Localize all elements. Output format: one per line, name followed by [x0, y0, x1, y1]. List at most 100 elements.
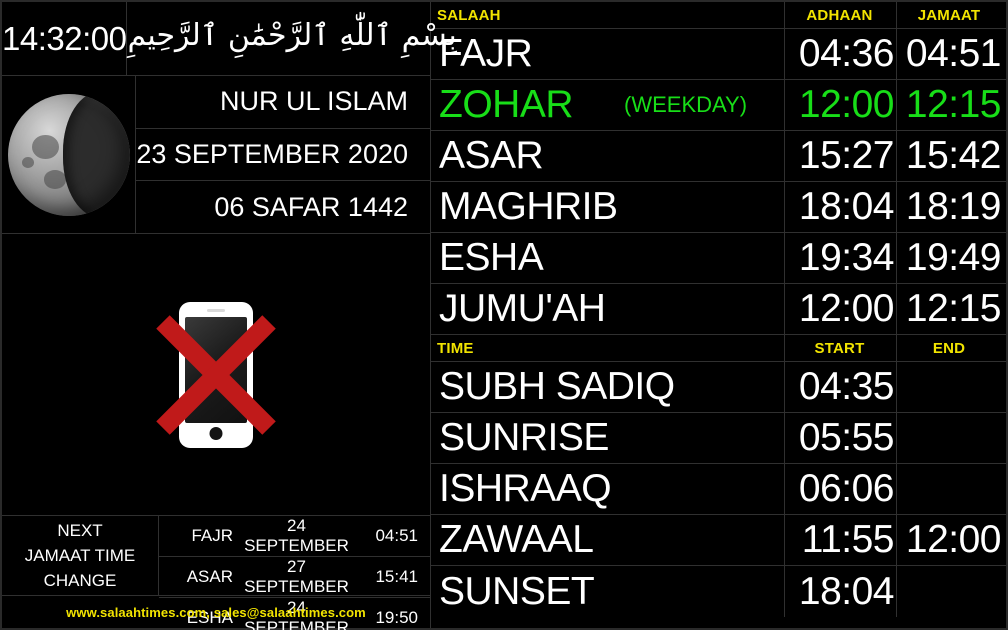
- time-header-name-cell: TIME: [431, 335, 784, 361]
- time-start-value: 18:04: [798, 569, 895, 613]
- next-label-line-1: NEXT: [57, 521, 103, 540]
- phone-speaker: [207, 308, 225, 312]
- moon-cell: [2, 76, 137, 233]
- time-name-cell: ZAWAAL: [431, 515, 784, 565]
- time-start-cell: 05:55: [784, 413, 896, 463]
- time-end-cell: [896, 413, 1006, 463]
- table-row: SUBH SADIQ 04:35: [431, 362, 1006, 413]
- prayer-name: FAJR: [439, 32, 533, 75]
- table-row: ISHRAAQ 06:06: [431, 464, 1006, 515]
- table-row: MAGHRIB 18:04 18:19: [431, 182, 1006, 233]
- time-name-cell: SUBH SADIQ: [431, 362, 784, 412]
- prayer-jamaat-time: 15:42: [905, 134, 1002, 177]
- prayer-name: JUMU'AH: [439, 287, 606, 330]
- salaah-header-adhaan-cell: ADHAAN: [784, 2, 896, 28]
- time-name: SUNRISE: [439, 416, 609, 459]
- hijri-date: 06 SAFAR 1442: [214, 191, 408, 222]
- next-jamaat-change-panel: NEXT JAMAAT TIME CHANGE FAJR 24 SEPTEMBE…: [2, 515, 430, 630]
- time-start-cell: 11:55: [784, 515, 896, 565]
- clock-bismillah-strip: 14:32:00 بِسْمِ ٱللّٰهِ ٱلرَّحْمَٰنِ ٱلر…: [2, 2, 457, 76]
- prayer-adhaan-time: 12:00: [798, 83, 895, 126]
- prayer-name-cell: MAGHRIB: [431, 182, 784, 232]
- time-start-cell: 04:35: [784, 362, 896, 412]
- prayer-name: ASAR: [439, 134, 544, 177]
- no-phone-area: [2, 234, 430, 515]
- no-mobile-phone-icon: [147, 290, 285, 460]
- next-change-date: 27 SEPTEMBER: [244, 557, 349, 596]
- prayer-times-display: 14:32:00 بِسْمِ ٱللّٰهِ ٱلرَّحْمَٰنِ ٱلر…: [0, 0, 1008, 630]
- salaah-header-row: SALAAH ADHAAN JAMAAT: [431, 2, 1006, 29]
- next-label-line-2: JAMAAT TIME: [24, 546, 136, 565]
- bismillah-text: بِسْمِ ٱللّٰهِ ٱلرَّحْمَٰنِ ٱلرَّحِيمِ: [127, 18, 457, 53]
- time-name: ZAWAAL: [439, 518, 594, 561]
- time-name-cell: ISHRAAQ: [431, 464, 784, 514]
- prayer-jamaat-time: 12:15: [905, 83, 1002, 126]
- table-row: ESHA 19:34 19:49: [431, 233, 1006, 284]
- prayer-name: ZOHAR: [439, 83, 574, 126]
- prayer-jamaat-cell: 15:42: [896, 131, 1006, 181]
- prayer-adhaan-cell: 19:34: [784, 233, 896, 283]
- moon-phase-icon: [7, 93, 130, 216]
- salaah-header-jamaat-cell: JAMAAT: [896, 2, 1006, 28]
- time-header-start: START: [814, 339, 865, 357]
- time-name: ISHRAAQ: [439, 467, 612, 510]
- prayer-adhaan-time: 04:36: [798, 32, 895, 75]
- prayer-adhaan-time: 19:34: [798, 236, 895, 279]
- prayer-name-cell: ASAR: [431, 131, 784, 181]
- gregorian-date-row: 23 SEPTEMBER 2020: [136, 129, 430, 182]
- time-start-cell: 06:06: [784, 464, 896, 514]
- prayer-adhaan-time: 15:27: [798, 134, 895, 177]
- mosque-name-row: NUR UL ISLAM: [136, 76, 430, 129]
- time-start-value: 11:55: [801, 518, 895, 561]
- time-end-cell: 12:00: [896, 515, 1006, 565]
- time-end-value: 12:00: [905, 518, 1002, 561]
- mosque-info-column: NUR UL ISLAM 23 SEPTEMBER 2020 06 SAFAR …: [136, 76, 430, 233]
- time-header-end-cell: END: [896, 335, 1006, 361]
- table-row: JUMU'AH 12:00 12:15: [431, 284, 1006, 335]
- prayer-jamaat-time: 04:51: [905, 32, 1002, 75]
- salaah-header-name: SALAAH: [437, 6, 501, 24]
- time-name: SUNSET: [439, 569, 595, 613]
- prayer-jamaat-time: 12:15: [905, 287, 1002, 330]
- prayer-name: ESHA: [439, 236, 544, 279]
- salaah-header-name-cell: SALAAH: [431, 2, 784, 28]
- hijri-date-row: 06 SAFAR 1442: [136, 181, 430, 233]
- prayer-name-cell: ZOHAR (WEEKDAY): [431, 80, 784, 130]
- time-end-cell: [896, 362, 1006, 412]
- next-jamaat-change-rows: FAJR 24 SEPTEMBER 04:51 ASAR 27 SEPTEMBE…: [159, 516, 430, 630]
- time-start-value: 06:06: [798, 467, 895, 510]
- footer-contact: www.salaahtimes.com, sales@salaahtimes.c…: [66, 604, 366, 620]
- moon-and-info-strip: NUR UL ISLAM 23 SEPTEMBER 2020 06 SAFAR …: [2, 76, 430, 234]
- next-change-prayer: ASAR: [186, 567, 233, 586]
- prayer-adhaan-cell: 04:36: [784, 29, 896, 79]
- time-start-value: 05:55: [798, 416, 895, 459]
- current-time: 14:32:00: [2, 19, 127, 57]
- prayer-adhaan-time: 18:04: [798, 185, 895, 228]
- time-start-cell: 18:04: [784, 566, 896, 617]
- prayer-name-cell: JUMU'AH: [431, 284, 784, 334]
- time-name-cell: SUNSET: [431, 566, 784, 617]
- footer-bar: www.salaahtimes.com, sales@salaahtimes.c…: [2, 596, 430, 628]
- time-end-cell: [896, 566, 1006, 617]
- table-row: FAJR 24 SEPTEMBER 04:51: [159, 516, 430, 557]
- table-row: ASAR 15:27 15:42: [431, 131, 1006, 182]
- next-change-time: 04:51: [375, 526, 418, 545]
- prayer-adhaan-cell: 12:00: [784, 284, 896, 334]
- prayer-jamaat-cell: 18:19: [896, 182, 1006, 232]
- next-change-time: 15:41: [375, 567, 418, 586]
- time-header-start-cell: START: [784, 335, 896, 361]
- bismillah-cell: بِسْمِ ٱللّٰهِ ٱلرَّحْمَٰنِ ٱلرَّحِيمِ: [127, 2, 456, 75]
- prayer-name-cell: FAJR: [431, 29, 784, 79]
- prayer-adhaan-time: 12:00: [798, 287, 895, 330]
- prayer-jamaat-time: 18:19: [905, 185, 1002, 228]
- next-jamaat-change-label: NEXT JAMAAT TIME CHANGE: [2, 516, 159, 595]
- time-header-name: TIME: [437, 339, 474, 357]
- time-name-cell: SUNRISE: [431, 413, 784, 463]
- time-header-end: END: [932, 339, 966, 357]
- clock-cell: 14:32:00: [2, 2, 128, 75]
- salaah-times-table: SALAAH ADHAAN JAMAAT FAJR 04:36 04:51 ZO…: [430, 2, 1006, 628]
- prayer-jamaat-cell: 12:15: [896, 80, 1006, 130]
- table-row: SUNRISE 05:55: [431, 413, 1006, 464]
- prayer-jamaat-cell: 12:15: [896, 284, 1006, 334]
- phone-home-button: [209, 426, 223, 440]
